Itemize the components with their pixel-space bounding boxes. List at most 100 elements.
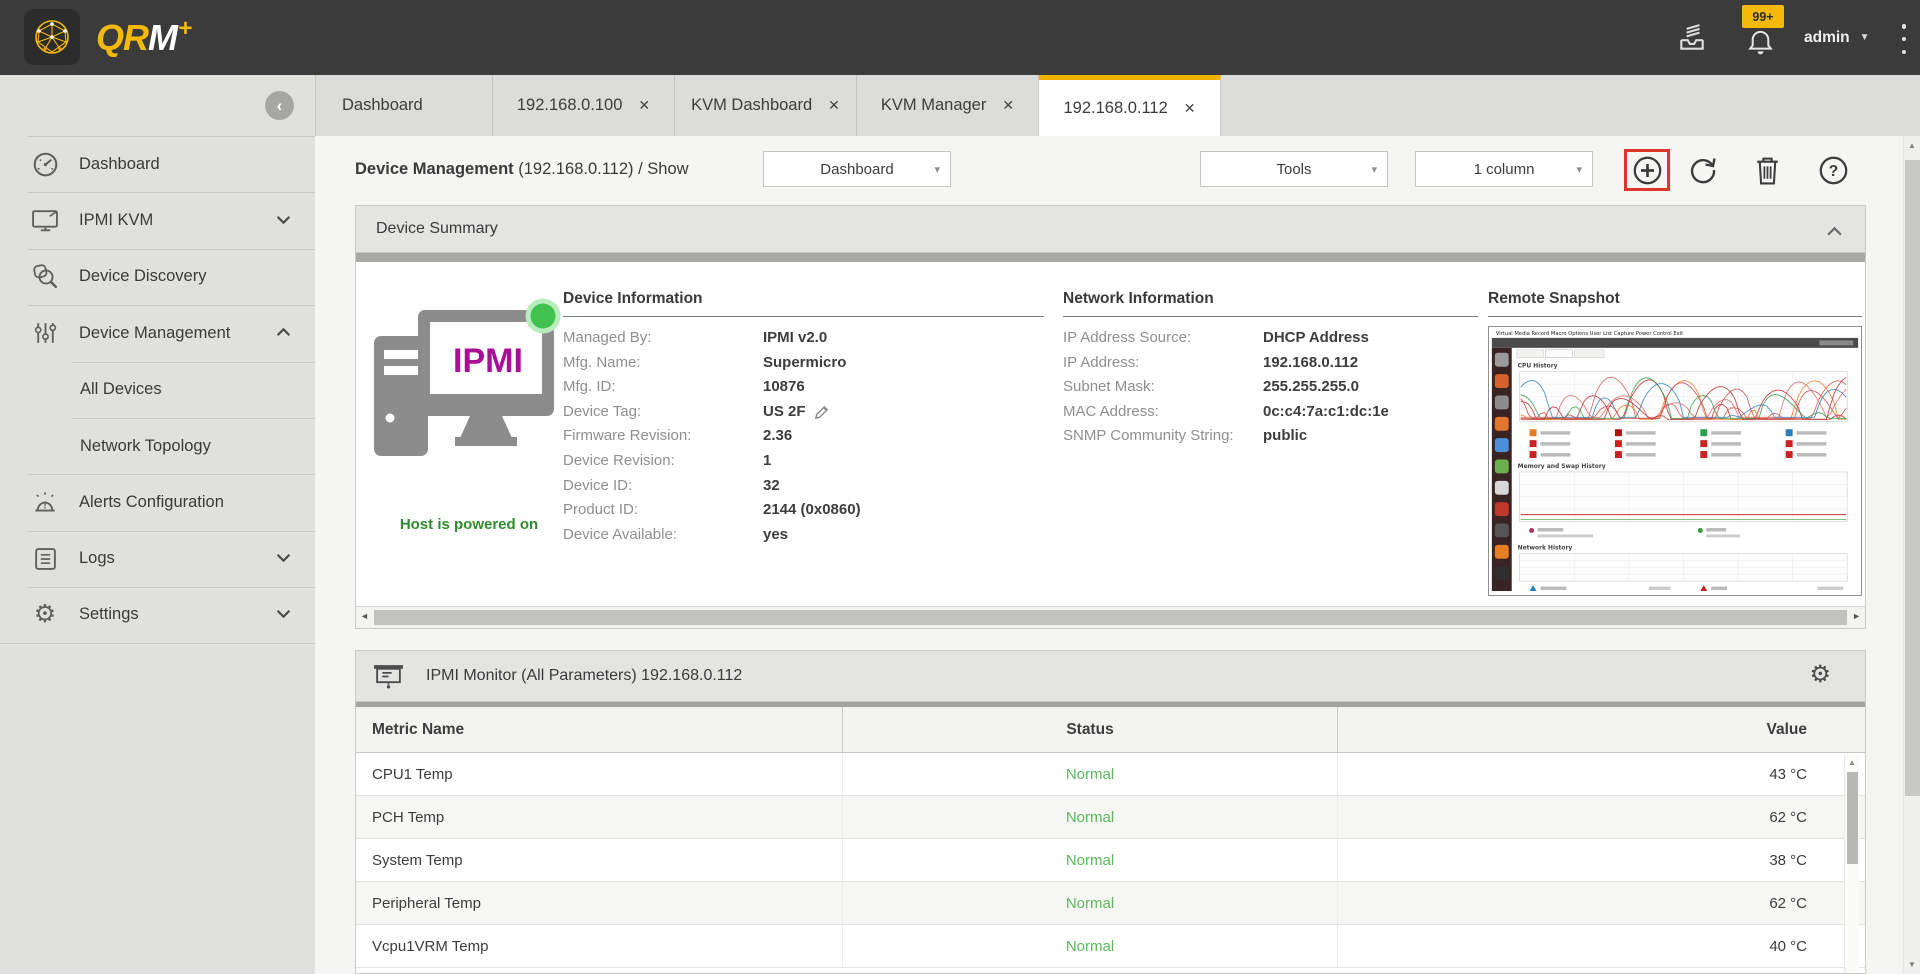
- tab-kvm-dashboard[interactable]: KVM Dashboard✕: [675, 75, 857, 136]
- sidebar-item-label: Device Discovery: [79, 267, 206, 286]
- scroll-left-arrow-icon[interactable]: ◄: [360, 611, 369, 621]
- scroll-up-arrow-icon[interactable]: ▲: [1845, 758, 1859, 767]
- table-row[interactable]: PCH TempNormal62 °C: [356, 796, 1865, 839]
- sidebar-collapse-button[interactable]: ‹: [265, 91, 294, 120]
- info-label: Subnet Mask:: [1063, 375, 1263, 400]
- column-header-status[interactable]: Status: [843, 707, 1338, 752]
- sidebar-item-logs[interactable]: Logs: [0, 531, 315, 587]
- chevron-down-icon[interactable]: [276, 550, 291, 568]
- remote-snapshot-section: Remote Snapshot Virtual Media Record Mac…: [1488, 290, 1862, 596]
- sidebar-item-device-discovery[interactable]: Device Discovery: [0, 249, 315, 305]
- refresh-button[interactable]: [1683, 150, 1723, 190]
- chevron-down-icon[interactable]: [276, 212, 291, 230]
- column-header-value[interactable]: Value: [1338, 721, 1865, 739]
- user-menu[interactable]: admin ▼: [1804, 0, 1870, 75]
- horizontal-scrollbar[interactable]: ◄ ►: [356, 606, 1865, 628]
- scrollbar-thumb[interactable]: [1905, 160, 1920, 796]
- columns-select-value: 1 column: [1474, 161, 1535, 178]
- widget-settings-gear-icon[interactable]: ⚙: [1809, 663, 1831, 687]
- scroll-down-arrow-icon[interactable]: ▼: [1904, 960, 1920, 969]
- metric-name-cell: Vcpu1VRM Temp: [356, 925, 843, 967]
- table-vertical-scrollbar[interactable]: ▲: [1844, 755, 1859, 973]
- monitor-icon: [30, 209, 60, 233]
- columns-select[interactable]: 1 column ▾: [1415, 151, 1593, 187]
- tab-label: 192.168.0.100: [517, 96, 623, 115]
- notifications-bell-icon[interactable]: [1740, 22, 1780, 62]
- table-row[interactable]: System TempNormal38 °C: [356, 839, 1865, 882]
- info-label: Device Available:: [563, 523, 763, 548]
- sidebar-item-ipmi-kvm[interactable]: IPMI KVM: [0, 192, 315, 248]
- info-row: Subnet Mask:255.255.255.0: [1063, 375, 1478, 400]
- status-badge: Normal: [1066, 895, 1114, 912]
- chevron-down-icon[interactable]: [276, 606, 291, 624]
- gauge-icon: [30, 151, 60, 178]
- tab-dashboard[interactable]: Dashboard: [315, 75, 493, 136]
- scrollbar-thumb[interactable]: [1847, 772, 1858, 864]
- table-row[interactable]: Vcpu1VRM TempNormal40 °C: [356, 925, 1865, 968]
- top-bar: QRM+ 99+ admin ▼: [0, 0, 1920, 75]
- status-cell: Normal: [843, 796, 1338, 838]
- sliders-icon: [30, 320, 60, 346]
- scroll-right-arrow-icon[interactable]: ►: [1852, 611, 1861, 621]
- info-value: 2144 (0x0860): [763, 498, 861, 523]
- monitor-screen-icon: [373, 663, 404, 690]
- sidebar-item-dashboard[interactable]: Dashboard: [0, 136, 315, 192]
- tools-select[interactable]: Tools ▾: [1200, 151, 1388, 187]
- svg-text:Memory and Swap History: Memory and Swap History: [1518, 463, 1606, 470]
- column-header-metric[interactable]: Metric Name: [356, 707, 843, 752]
- value-cell: 40 °C: [1338, 938, 1865, 955]
- info-row: Device Tag:US 2F: [563, 400, 1044, 425]
- section-title: Remote Snapshot: [1488, 290, 1862, 317]
- scroll-up-arrow-icon[interactable]: ▲: [1904, 141, 1920, 150]
- tab-close-icon[interactable]: ✕: [638, 97, 650, 114]
- tab-close-icon[interactable]: ✕: [1002, 97, 1014, 114]
- notification-badge: 99+: [1742, 5, 1784, 28]
- info-value: IPMI v2.0: [763, 326, 827, 351]
- info-row: Managed By:IPMI v2.0: [563, 326, 1044, 351]
- add-widget-button[interactable]: [1624, 149, 1670, 191]
- delete-button[interactable]: [1747, 150, 1787, 190]
- table-row[interactable]: CPU1 TempNormal43 °C: [356, 753, 1865, 796]
- tab-close-icon[interactable]: ✕: [828, 97, 840, 114]
- help-button[interactable]: ?: [1813, 150, 1853, 190]
- device-summary-header[interactable]: Device Summary: [356, 206, 1865, 253]
- info-value: 0c:c4:7a:c1:dc:1e: [1263, 400, 1389, 425]
- tab-192-168-0-100[interactable]: 192.168.0.100 ✕: [493, 75, 675, 136]
- qrm-logo-icon[interactable]: [24, 9, 80, 65]
- info-label: Mfg. ID:: [563, 375, 763, 400]
- sidebar-item-alerts-configuration[interactable]: !Alerts Configuration: [0, 474, 315, 530]
- status-badge: Normal: [1066, 852, 1114, 869]
- sidebar-item-network-topology[interactable]: Network Topology: [0, 418, 315, 474]
- info-value: 192.168.0.112: [1263, 351, 1358, 376]
- chevron-up-icon[interactable]: [1826, 224, 1843, 242]
- info-row: SNMP Community String:public: [1063, 424, 1478, 449]
- info-label: Device ID:: [563, 474, 763, 499]
- chevron-up-icon[interactable]: [276, 324, 291, 342]
- edit-pencil-icon[interactable]: [813, 404, 830, 421]
- value-cell: 43 °C: [1338, 766, 1865, 783]
- scrollbar-thumb[interactable]: [374, 610, 1847, 625]
- tab-kvm-manager[interactable]: KVM Manager✕: [857, 75, 1039, 136]
- info-value: 10876: [763, 375, 805, 400]
- info-value: 32: [763, 474, 780, 499]
- info-label: Device Tag:: [563, 400, 763, 425]
- chevron-down-icon: ▼: [1860, 32, 1870, 43]
- value-cell: 62 °C: [1338, 895, 1865, 912]
- view-select[interactable]: Dashboard ▾: [763, 151, 951, 187]
- svg-text:Virtual Media Record Macro: Virtual Media Record Macro Options User …: [1496, 331, 1683, 337]
- kebab-menu-icon[interactable]: [1896, 24, 1912, 54]
- chevron-down-icon: ▾: [1576, 163, 1582, 176]
- page-scrollbar[interactable]: ▲ ▼: [1903, 136, 1920, 974]
- task-queue-icon[interactable]: [1672, 18, 1712, 58]
- ipmi-monitor-header: IPMI Monitor (All Parameters) 192.168.0.…: [356, 651, 1865, 702]
- info-value: 1: [763, 449, 771, 474]
- tab-192-168-0-112[interactable]: 192.168.0.112✕: [1039, 75, 1221, 136]
- tab-close-icon[interactable]: ✕: [1184, 100, 1196, 117]
- sidebar-nav: DashboardIPMI KVM Device Discovery Device …: [0, 136, 315, 644]
- info-row: IP Address:192.168.0.112: [1063, 351, 1478, 376]
- device-summary-body: IPMI Host is powered on Device Informati…: [356, 262, 1865, 606]
- sidebar-item-all-devices[interactable]: All Devices: [0, 362, 315, 418]
- sidebar-item-settings[interactable]: ⚙Settings: [0, 587, 315, 643]
- sidebar-item-device-management[interactable]: Device Management: [0, 305, 315, 361]
- table-row[interactable]: Peripheral TempNormal62 °C: [356, 882, 1865, 925]
